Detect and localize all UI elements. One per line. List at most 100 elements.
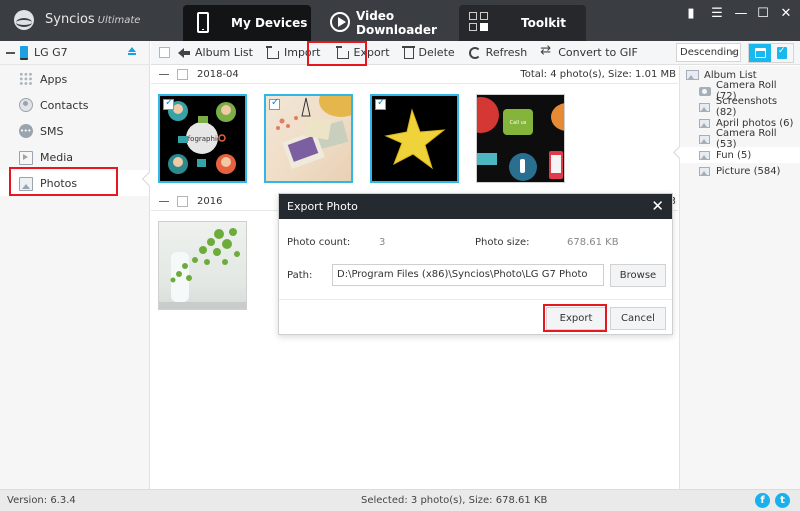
sidebar-item-sms[interactable]: SMS — [0, 118, 149, 144]
convert-arrows-icon — [540, 43, 553, 59]
syncios-logo-icon — [14, 10, 34, 30]
dialog-divider — [279, 299, 672, 300]
view-toggle — [748, 43, 794, 63]
delete-label: Delete — [418, 46, 455, 59]
image-icon — [699, 134, 710, 144]
collapse-icon[interactable] — [6, 51, 15, 54]
export-path-input[interactable]: D:\Program Files (x86)\Syncios\Photo\LG … — [332, 264, 604, 286]
sidebar-item-label: Apps — [40, 72, 68, 86]
twitter-icon[interactable]: t — [775, 493, 790, 508]
delete-button[interactable]: Delete — [401, 42, 455, 64]
app-name: Syncios — [45, 12, 95, 27]
hamburger-menu-icon: ☰ — [711, 6, 723, 21]
photo-thumbnail[interactable] — [158, 221, 247, 310]
calendar-icon — [755, 48, 766, 58]
date-view-button[interactable] — [749, 44, 771, 62]
close-icon: ✕ — [780, 6, 792, 21]
device-phone-icon — [20, 45, 28, 60]
group-checkbox[interactable] — [177, 69, 188, 80]
dialog-header: Export Photo ✕ — [279, 194, 672, 219]
photo-size-value: 678.61 KB — [567, 237, 619, 248]
album-view-button[interactable] — [771, 44, 793, 62]
sort-order-select[interactable]: Descending — [676, 43, 741, 62]
album-list-title: Album List — [704, 69, 757, 81]
contacts-icon — [19, 98, 33, 112]
app-edition: Ultimate — [97, 15, 141, 26]
photo-thumbnail[interactable]: Call us — [476, 94, 565, 183]
left-sidebar: LG G7 Apps Contacts SMS Media Photos — [0, 41, 150, 489]
maximize-icon: ☐ — [757, 6, 769, 21]
phone-icon — [193, 12, 215, 34]
toolkit-grid-icon — [469, 12, 491, 34]
photo-count-value: 3 — [379, 237, 386, 248]
convert-gif-button[interactable]: Convert to GIF — [540, 42, 638, 64]
refresh-button[interactable]: Refresh — [468, 42, 528, 64]
group-checkbox[interactable] — [177, 196, 188, 207]
album-list-label: Album List — [195, 46, 253, 59]
minimize-button[interactable]: — — [732, 6, 750, 22]
device-name: LG G7 — [34, 46, 68, 59]
collapse-icon[interactable] — [159, 200, 169, 203]
trash-icon — [401, 46, 415, 59]
photo-size-label: Photo size: — [475, 237, 530, 248]
dialog-cancel-button[interactable]: Cancel — [610, 307, 666, 330]
tab-label: My Devices — [231, 16, 308, 30]
browse-button[interactable]: Browse — [610, 264, 666, 287]
export-photo-dialog: Export Photo ✕ Photo count: 3 Photo size… — [278, 193, 673, 335]
refresh-label: Refresh — [485, 46, 528, 59]
import-icon — [266, 46, 280, 59]
sidebar-item-contacts[interactable]: Contacts — [0, 92, 149, 118]
sidebar-item-label: Contacts — [40, 98, 89, 112]
tab-toolkit[interactable]: Toolkit — [459, 5, 586, 41]
album-item[interactable]: Screenshots (82) — [680, 96, 800, 118]
feedback-button[interactable]: ▮ — [682, 6, 700, 22]
selection-info: Selected: 3 photo(s), Size: 678.61 KB — [361, 495, 548, 506]
photos-highlight-box — [9, 167, 118, 196]
album-label: Picture (584) — [716, 165, 781, 177]
refresh-icon — [468, 46, 481, 59]
clipboard-check-icon — [777, 46, 787, 59]
group-header-2018-04: 2018-04 Total: 4 photo(s), Size: 1.01 MB — [151, 66, 678, 84]
call-us-image: Call us — [477, 97, 564, 181]
export-highlight-box — [307, 41, 367, 66]
dialog-close-button[interactable]: ✕ — [651, 194, 664, 219]
device-row[interactable]: LG G7 — [0, 41, 149, 65]
app-title: Syncios Ultimate — [45, 12, 140, 27]
dialog-title: Export Photo — [287, 200, 358, 213]
camera-icon — [699, 86, 711, 96]
title-bar: Syncios Ultimate My Devices Video Downloa… — [0, 0, 800, 41]
sms-icon — [19, 124, 33, 138]
close-icon: ✕ — [651, 197, 664, 215]
album-list-button[interactable]: Album List — [178, 42, 253, 64]
tab-label: Video Downloader — [356, 9, 437, 37]
album-label: Screenshots (82) — [715, 96, 778, 118]
group-title: 2016 — [197, 196, 223, 207]
facebook-icon[interactable]: f — [755, 493, 770, 508]
tab-my-devices[interactable]: My Devices — [183, 5, 311, 41]
photo-checkbox[interactable] — [375, 97, 386, 110]
close-window-button[interactable]: ✕ — [777, 6, 795, 22]
select-all-checkbox[interactable] — [159, 47, 170, 58]
minimize-icon: — — [734, 6, 748, 21]
back-arrow-icon — [178, 47, 190, 59]
tab-label: Toolkit — [521, 16, 567, 30]
tab-video-downloader[interactable]: Video Downloader — [320, 5, 450, 41]
maximize-button[interactable]: ☐ — [754, 6, 772, 22]
plant-vase-image — [159, 228, 246, 309]
photo-thumbnail[interactable] — [370, 94, 459, 183]
version-text: Version: 6.3.4 — [7, 495, 76, 506]
image-icon — [699, 150, 710, 160]
album-item[interactable]: Camera Roll (53) — [680, 128, 800, 150]
path-label: Path: — [287, 270, 313, 281]
sidebar-item-apps[interactable]: Apps — [0, 66, 149, 92]
album-item[interactable]: Picture (584) — [680, 163, 800, 179]
photo-checkbox[interactable] — [163, 97, 174, 110]
menu-button[interactable]: ☰ — [708, 6, 726, 22]
sidebar-item-label: Media — [40, 150, 74, 164]
photo-thumbnail[interactable] — [264, 94, 353, 183]
convert-gif-label: Convert to GIF — [558, 46, 638, 59]
photo-thumbnail[interactable]: nfographic — [158, 94, 247, 183]
collapse-icon[interactable] — [159, 73, 169, 76]
eject-icon[interactable] — [127, 47, 137, 57]
photo-checkbox[interactable] — [269, 97, 280, 110]
